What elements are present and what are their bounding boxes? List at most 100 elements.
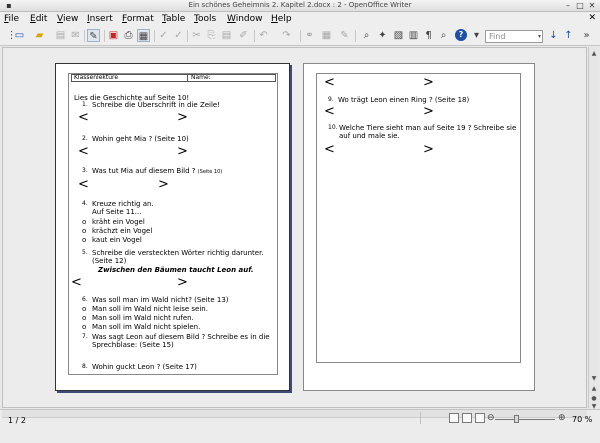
menu-format[interactable]: Format: [122, 13, 154, 25]
question-8: Wohin guckt Leon ? (Seite 17): [92, 363, 197, 371]
vertical-scrollbar[interactable]: ▲ ▼ ▲ ● ▼: [588, 47, 599, 410]
redo-icon[interactable]: ↷: [280, 29, 293, 42]
hyperlink-icon[interactable]: ⚭: [303, 29, 316, 42]
find-next-icon[interactable]: ↓: [547, 29, 560, 42]
data-sources-icon[interactable]: ▥: [407, 29, 420, 42]
page-preview-icon[interactable]: ▦: [137, 29, 150, 42]
menu-help[interactable]: Help: [271, 13, 292, 25]
header-class-reading: Klassenlektüre: [74, 74, 119, 81]
header-name-field: Name:: [191, 74, 211, 81]
navigation-icon[interactable]: ●: [589, 395, 599, 402]
option-bullet: o: [82, 227, 87, 235]
menu-insert[interactable]: Insert: [87, 13, 113, 25]
window-title: Ein schönes Geheimnis 2. Kapitel 2.docx …: [188, 1, 412, 9]
nonprinting-characters-icon[interactable]: ¶: [422, 29, 435, 42]
maximize-icon[interactable]: □: [575, 1, 585, 11]
autospell-icon[interactable]: ✓: [172, 29, 185, 42]
option-bullet: o: [82, 305, 87, 313]
question-7-line-2: Sprechblase: (Seite 15): [92, 341, 174, 349]
arrow-left-icon: <: [78, 144, 89, 159]
option-bullet: o: [82, 218, 87, 226]
menu-table[interactable]: Table: [162, 13, 185, 25]
menu-file[interactable]: File: [4, 13, 19, 25]
toolbar-separator: [254, 30, 255, 42]
horizontal-scrollbar[interactable]: [2, 410, 587, 418]
option-bullet: o: [82, 314, 87, 322]
question-7-line-1: Was sagt Leon auf diesem Bild ? Schreibe…: [92, 333, 270, 341]
save-icon[interactable]: ▤: [54, 29, 67, 42]
question-10-line-1: Welche Tiere sieht man auf Seite 19 ? Sc…: [339, 124, 517, 132]
show-draw-functions-icon[interactable]: ✎: [338, 29, 351, 42]
copy-icon[interactable]: ⎘: [205, 29, 218, 42]
option-bullet: o: [82, 323, 87, 331]
question-5-page: (Seite 12): [92, 257, 127, 265]
option-rufen: Man soll im Wald nicht rufen.: [92, 314, 194, 322]
email-icon[interactable]: ✉: [69, 29, 82, 42]
find-previous-icon[interactable]: ↑: [562, 29, 575, 42]
menu-window[interactable]: Window: [227, 13, 263, 25]
previous-page-icon[interactable]: ▲: [589, 385, 599, 392]
question-number: 1.: [82, 101, 88, 108]
multi-page-view-icon[interactable]: [462, 413, 472, 423]
single-page-view-icon[interactable]: [449, 413, 459, 423]
menu-tools[interactable]: Tools: [194, 13, 216, 25]
minimize-icon[interactable]: –: [563, 1, 573, 11]
paste-icon[interactable]: ▤: [220, 29, 233, 42]
find-replace-icon[interactable]: ⌕: [360, 29, 373, 42]
edit-mode-icon[interactable]: ✎: [87, 29, 100, 42]
cut-icon[interactable]: ✂: [190, 29, 203, 42]
question-number: 9.: [328, 96, 334, 103]
close-window-icon[interactable]: ✕: [587, 1, 597, 11]
close-document-icon[interactable]: ✕: [588, 13, 596, 23]
zoom-slider[interactable]: [495, 419, 555, 420]
question-number: 6.: [82, 296, 88, 303]
arrow-left-icon: <: [71, 275, 82, 290]
toolbar-separator: [104, 30, 105, 42]
question-4-instruction: Kreuze richtig an.: [92, 200, 154, 208]
option-kraeht: kräht ein Vogel: [92, 218, 145, 226]
print-icon[interactable]: ⎙: [122, 29, 135, 42]
status-separator: [420, 412, 421, 424]
format-paintbrush-icon[interactable]: ✐: [237, 29, 250, 42]
menu-edit[interactable]: Edit: [30, 13, 47, 25]
standard-toolbar: ⋮ ▭ ▰ ▤ ✉ ✎ ▣ ⎙ ▦ ✓ ✓ ✂ ⎘ ▤ ✐ ↶ ↷ ⚭ ▦ ✎ …: [0, 26, 600, 46]
arrow-right-icon: >: [423, 75, 434, 90]
zoom-slider-handle[interactable]: [514, 415, 519, 423]
question-5-instruction: Schreibe die versteckten Wörter richtig …: [92, 249, 264, 257]
help-icon[interactable]: ?: [455, 29, 467, 41]
table-icon[interactable]: ▦: [320, 29, 333, 42]
zoom-icon[interactable]: ⌕: [437, 29, 450, 42]
page-1-header-table: Klassenlektüre Name:: [71, 74, 276, 82]
arrow-right-icon: >: [177, 275, 188, 290]
app-icon[interactable]: ▪: [4, 1, 14, 11]
scroll-up-icon[interactable]: ▲: [589, 50, 599, 57]
find-dropdown-icon[interactable]: ▾: [538, 31, 541, 42]
zoom-percentage[interactable]: 70 %: [572, 415, 592, 424]
question-9: Wo trägt Leon einen Ring ? (Seite 18): [338, 96, 470, 104]
zoom-in-icon[interactable]: ⊕: [558, 413, 566, 423]
question-number: 10.: [328, 124, 338, 131]
zoom-out-icon[interactable]: ⊖: [487, 413, 495, 423]
menu-view[interactable]: View: [57, 13, 78, 25]
export-pdf-icon[interactable]: ▣: [107, 29, 120, 42]
find-input[interactable]: Find ▾: [485, 30, 543, 43]
new-document-icon[interactable]: ▭: [13, 29, 26, 42]
gallery-icon[interactable]: ▧: [392, 29, 405, 42]
spelling-icon[interactable]: ✓: [157, 29, 170, 42]
book-view-icon[interactable]: [475, 413, 485, 423]
navigator-icon[interactable]: ✦: [376, 29, 389, 42]
toolbar-separator: [154, 30, 155, 42]
toolbar-overflow-icon[interactable]: »: [580, 29, 593, 42]
page-indicator[interactable]: 1 / 2: [8, 416, 26, 425]
question-number: 5.: [82, 249, 88, 256]
question-3: Was tut Mia auf diesem Bild ? (Seite 10): [92, 167, 223, 175]
open-folder-icon[interactable]: ▰: [33, 29, 46, 42]
undo-icon[interactable]: ↶: [257, 29, 270, 42]
arrow-left-icon: <: [324, 75, 335, 90]
arrow-right-icon: >: [423, 142, 434, 157]
toolbar-dropdown-icon[interactable]: ▾: [470, 29, 483, 42]
menu-bar: File Edit View Insert Format Table Tools…: [0, 12, 600, 26]
scroll-down-icon[interactable]: ▼: [589, 375, 599, 382]
toolbar-separator: [187, 30, 188, 42]
page-2-text-frame: [316, 73, 521, 363]
